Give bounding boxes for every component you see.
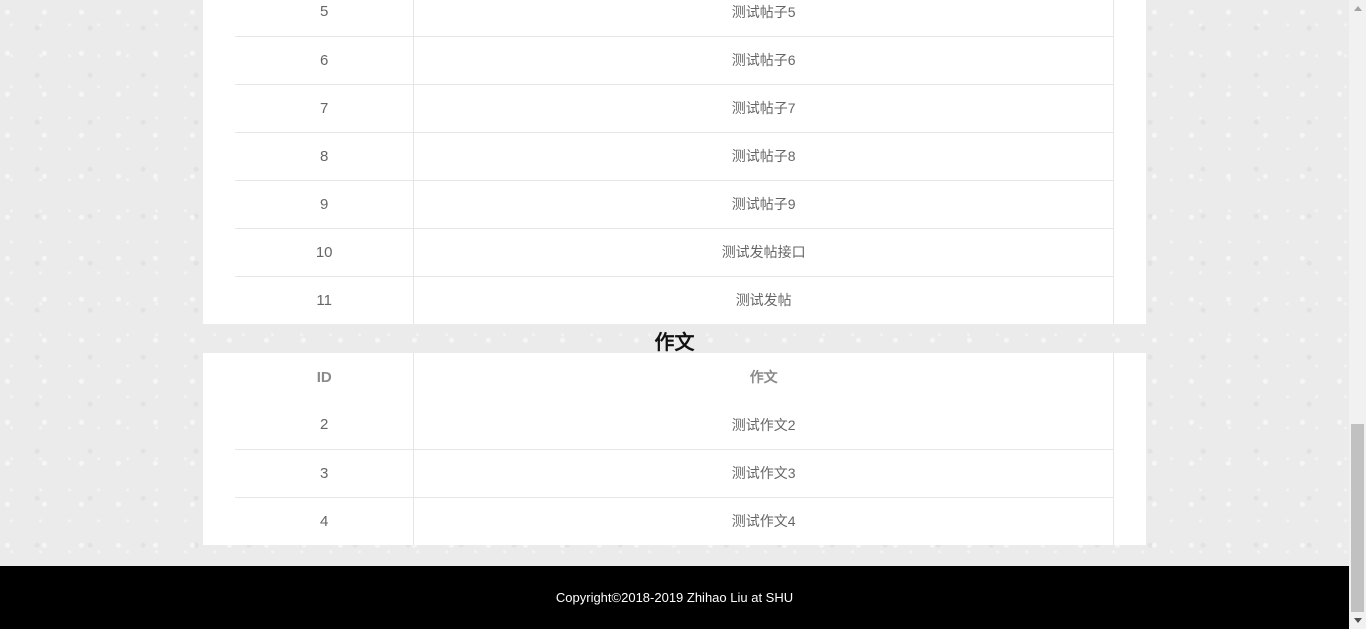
post-id: 5 bbox=[235, 0, 415, 36]
scroll-down-button[interactable] bbox=[1349, 612, 1366, 629]
essay-id: 2 bbox=[235, 401, 415, 449]
post-title[interactable]: 测试发帖接口 bbox=[413, 227, 1114, 276]
table-row[interactable]: 10 测试发帖接口 bbox=[235, 227, 1114, 276]
essay-id: 4 bbox=[235, 496, 415, 545]
table-row[interactable]: 3 测试作文3 bbox=[235, 448, 1114, 497]
essay-title[interactable]: 测试作文4 bbox=[413, 496, 1114, 545]
post-id: 11 bbox=[235, 275, 415, 324]
table-row[interactable]: 2 测试作文2 bbox=[235, 401, 1114, 449]
column-header-essay: 作文 bbox=[413, 353, 1114, 401]
table-row[interactable]: 4 测试作文4 bbox=[235, 496, 1114, 545]
vertical-scrollbar[interactable] bbox=[1349, 0, 1366, 629]
post-id: 6 bbox=[235, 35, 415, 84]
table-row[interactable]: 6 测试帖子6 bbox=[235, 35, 1114, 84]
table-row[interactable]: 9 测试帖子9 bbox=[235, 179, 1114, 228]
arrow-down-icon bbox=[1353, 618, 1362, 623]
essays-panel: ID 作文 2 测试作文2 3 测试作文3 4 测试作文4 bbox=[203, 353, 1146, 545]
post-title[interactable]: 测试帖子8 bbox=[413, 131, 1114, 180]
table-row[interactable]: 11 测试发帖 bbox=[235, 275, 1114, 324]
posts-table: 5 测试帖子5 6 测试帖子6 7 测试帖子7 8 测试帖子8 9 测试帖子9 … bbox=[235, 0, 1114, 324]
essay-title[interactable]: 测试作文3 bbox=[413, 448, 1114, 497]
post-title[interactable]: 测试帖子6 bbox=[413, 35, 1114, 84]
arrow-up-icon bbox=[1353, 6, 1362, 11]
table-row[interactable]: 8 测试帖子8 bbox=[235, 131, 1114, 180]
table-row[interactable]: 5 测试帖子5 bbox=[235, 0, 1114, 36]
column-header-id: ID bbox=[235, 353, 415, 401]
post-id: 9 bbox=[235, 179, 415, 228]
essays-heading: 作文 bbox=[654, 330, 695, 354]
footer: Copyright©2018-2019 Zhihao Liu at SHU bbox=[0, 566, 1349, 629]
post-title[interactable]: 测试帖子9 bbox=[413, 179, 1114, 228]
post-id: 10 bbox=[235, 227, 415, 276]
scroll-up-button[interactable] bbox=[1349, 0, 1366, 17]
post-title[interactable]: 测试发帖 bbox=[413, 275, 1114, 324]
table-row[interactable]: 7 测试帖子7 bbox=[235, 83, 1114, 132]
post-id: 7 bbox=[235, 83, 415, 132]
post-title[interactable]: 测试帖子5 bbox=[413, 0, 1114, 36]
post-title[interactable]: 测试帖子7 bbox=[413, 83, 1114, 132]
essays-table: ID 作文 2 测试作文2 3 测试作文3 4 测试作文4 bbox=[235, 353, 1114, 545]
post-id: 8 bbox=[235, 131, 415, 180]
essay-title[interactable]: 测试作文2 bbox=[413, 401, 1114, 449]
page-viewport: 5 测试帖子5 6 测试帖子6 7 测试帖子7 8 测试帖子8 9 测试帖子9 … bbox=[0, 0, 1349, 629]
copyright-text: Copyright©2018-2019 Zhihao Liu at SHU bbox=[555, 590, 794, 605]
table-header-row: ID 作文 bbox=[235, 353, 1114, 401]
posts-panel: 5 测试帖子5 6 测试帖子6 7 测试帖子7 8 测试帖子8 9 测试帖子9 … bbox=[203, 0, 1146, 324]
essay-id: 3 bbox=[235, 448, 415, 497]
scrollbar-thumb[interactable] bbox=[1351, 424, 1364, 612]
